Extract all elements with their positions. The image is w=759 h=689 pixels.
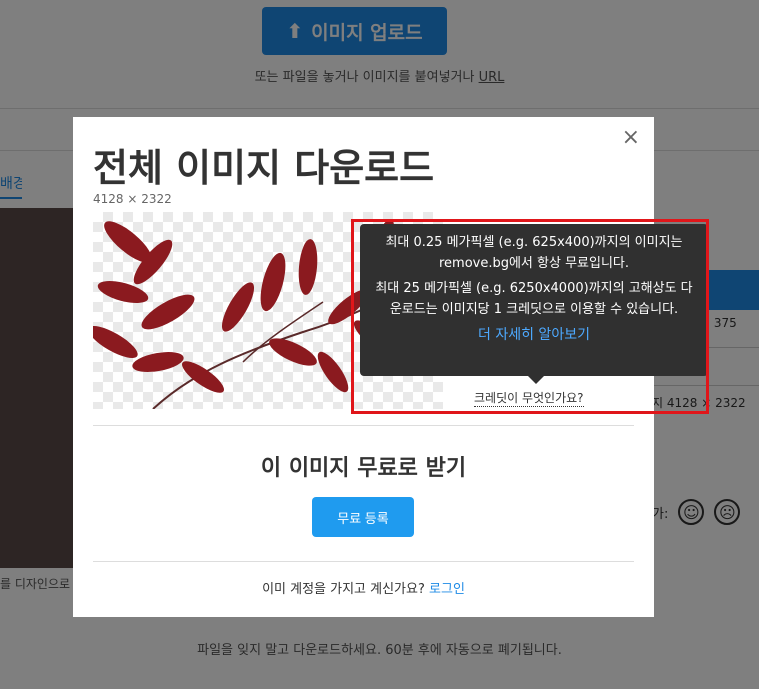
close-icon[interactable]: ×	[622, 127, 640, 149]
login-prompt: 이미 계정을 가지고 계신가요? 로그인	[73, 578, 654, 597]
free-signup-button[interactable]: 무료 등록	[312, 497, 414, 537]
modal-title: 전체 이미지 다운로드	[93, 146, 435, 190]
free-image-heading: 이 이미지 무료로 받기	[260, 456, 467, 481]
highlight-annotation	[351, 219, 709, 414]
divider	[93, 425, 634, 426]
login-prompt-text: 이미 계정을 가지고 계신가요?	[262, 582, 425, 597]
image-dimensions: 4128 × 2322	[93, 192, 172, 206]
login-link[interactable]: 로그인	[429, 582, 465, 597]
divider	[93, 561, 634, 562]
